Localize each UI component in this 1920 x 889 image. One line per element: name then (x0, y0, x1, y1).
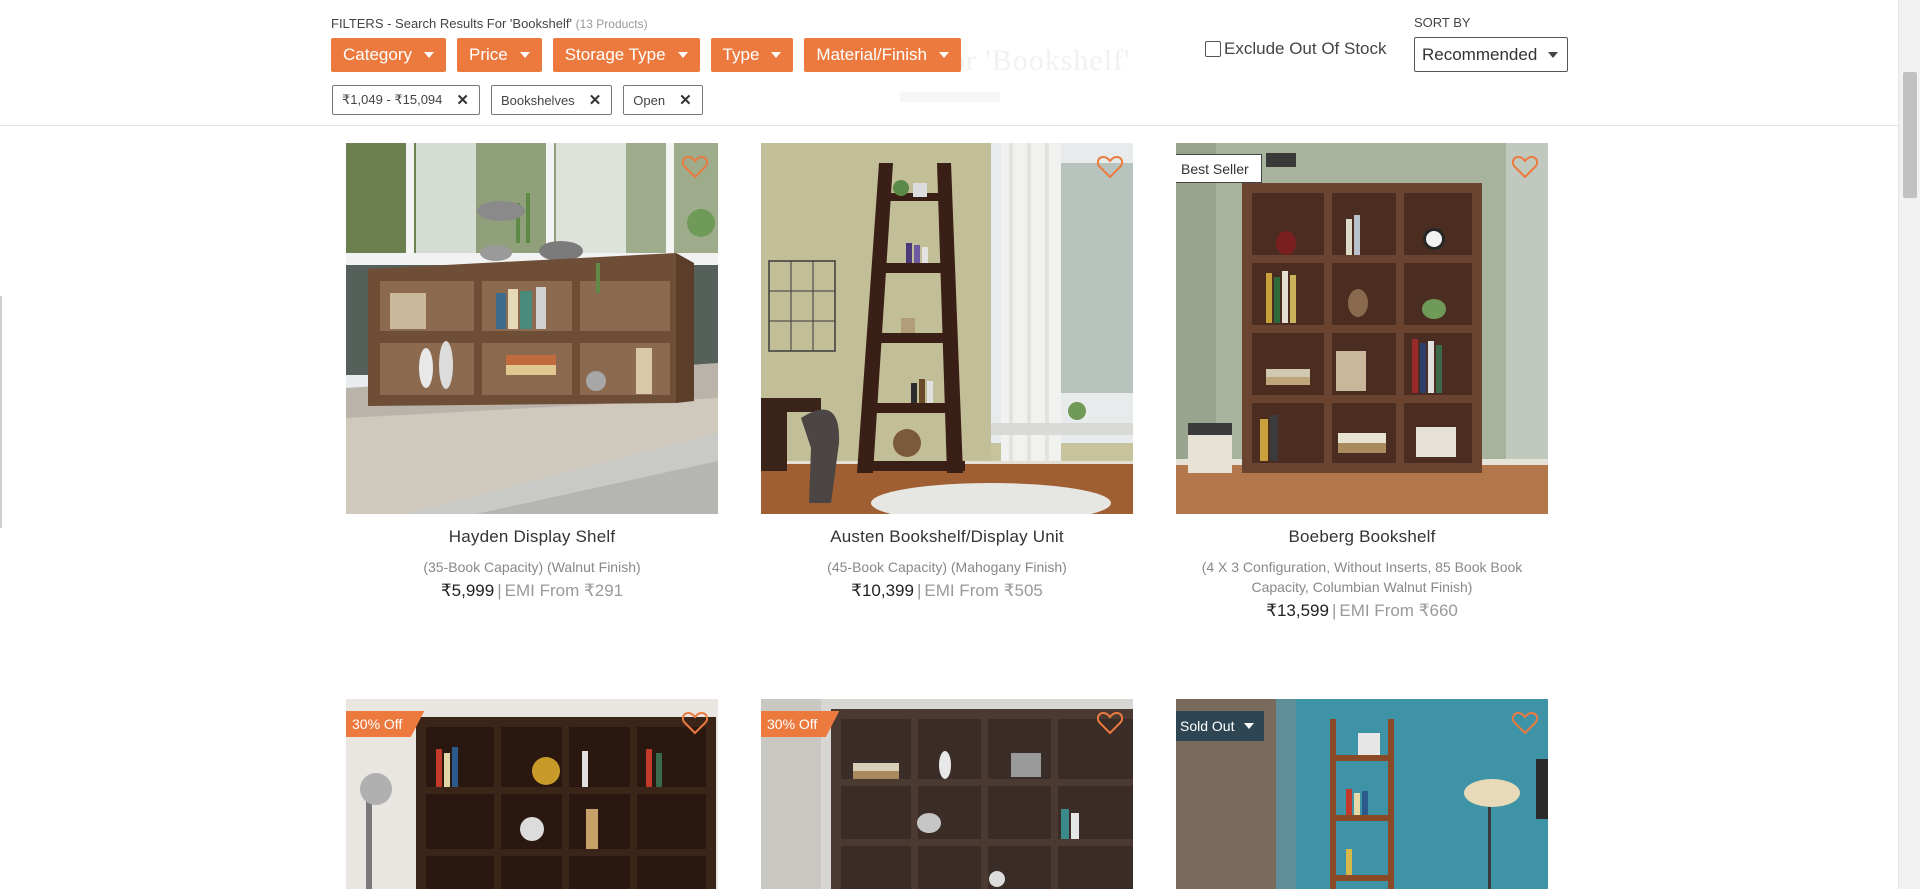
filters-heading-text: FILTERS - Search Results For 'Bookshelf' (331, 16, 572, 31)
filter-chip-price-range[interactable]: ₹1,049 - ₹15,094 ✕ (332, 85, 480, 115)
type-dropdown-label: Type (722, 45, 760, 64)
price-separator: | (1331, 601, 1337, 620)
product-image[interactable]: Sold Out (1176, 699, 1548, 889)
product-count: (13 Products) (575, 17, 648, 31)
caret-down-icon (938, 52, 949, 58)
product-price: ₹10,399 (851, 581, 914, 600)
product-title[interactable]: Hayden Display Shelf (346, 527, 718, 547)
heart-outline-icon[interactable] (1097, 711, 1123, 735)
product-emi: EMI From ₹291 (504, 581, 624, 600)
product-emi: EMI From ₹505 (924, 581, 1043, 600)
discount-badge: 30% Off (346, 711, 425, 737)
heart-outline-icon[interactable] (682, 155, 708, 179)
heart-outline-icon[interactable] (1512, 155, 1538, 179)
category-dropdown[interactable]: Category (331, 38, 446, 72)
product-emi: EMI From ₹660 (1339, 601, 1458, 620)
exclude-out-of-stock-label: Exclude Out Of Stock (1224, 39, 1387, 58)
material-finish-dropdown[interactable]: Material/Finish (804, 38, 961, 72)
product-subtitle: (35-Book Capacity) (Walnut Finish) (423, 559, 641, 575)
product-image[interactable] (346, 143, 718, 514)
page-scrollbar[interactable] (1898, 0, 1920, 889)
storage-type-dropdown-label: Storage Type (564, 45, 666, 64)
price-separator: | (497, 581, 502, 600)
price-separator: | (916, 581, 922, 600)
discount-badge: 30% Off (761, 711, 840, 737)
sort-select-value: Recommended (1422, 44, 1538, 64)
price-dropdown[interactable]: Price (456, 38, 542, 72)
active-filter-chips: ₹1,049 - ₹15,094 ✕ Bookshelves ✕ Open ✕ (332, 85, 703, 115)
product-subtitle: (4 X 3 Configuration, Without Inserts, 8… (1201, 559, 1523, 595)
heart-outline-icon[interactable] (1097, 155, 1123, 179)
filter-dropdowns: Category Price Storage Type Type Materia… (331, 38, 961, 72)
price-dropdown-label: Price (468, 45, 508, 64)
background-subtitle-strip (900, 92, 1000, 102)
storage-type-dropdown[interactable]: Storage Type (552, 38, 700, 72)
product-card[interactable]: Sold Out (1176, 699, 1548, 889)
exclude-out-of-stock-checkbox[interactable]: Exclude Out Of Stock (1205, 39, 1387, 59)
product-subtitle: (45-Book Capacity) (Mahogany Finish) (827, 559, 1067, 575)
product-image[interactable]: 30% Off (346, 699, 718, 889)
product-image[interactable]: 30% Off (761, 699, 1133, 889)
product-price: ₹5,999 (440, 581, 495, 600)
product-price-row: ₹5,999 | EMI From ₹291 (346, 581, 718, 601)
product-card[interactable]: Hayden Display Shelf (35-Book Capacity) … (346, 143, 718, 601)
filters-heading: FILTERS - Search Results For 'Bookshelf'… (331, 16, 648, 31)
product-card[interactable]: 30% Off (761, 699, 1133, 889)
caret-down-icon (1244, 723, 1255, 729)
heart-outline-icon[interactable] (682, 711, 708, 735)
product-image[interactable] (761, 143, 1133, 514)
best-seller-badge: Best Seller (1176, 154, 1262, 183)
caret-down-icon (519, 52, 530, 58)
caret-down-icon (771, 52, 782, 58)
product-price-row: ₹10,399 | EMI From ₹505 (761, 581, 1133, 601)
heart-outline-icon[interactable] (1512, 711, 1538, 735)
type-dropdown[interactable]: Type (710, 38, 794, 72)
filter-chip-label: Bookshelves (500, 92, 575, 108)
filter-chip-label: Open (633, 92, 666, 108)
category-dropdown-label: Category (343, 45, 412, 64)
close-icon[interactable]: ✕ (589, 93, 602, 108)
scrollbar-thumb[interactable] (1903, 72, 1917, 198)
product-price-row: ₹13,599 | EMI From ₹660 (1176, 601, 1548, 621)
product-title[interactable]: Austen Bookshelf/Display Unit (761, 527, 1133, 547)
product-card[interactable]: Best Seller Boeberg Bookshelf (4 X 3 Con… (1176, 143, 1548, 621)
material-finish-dropdown-label: Material/Finish (816, 45, 927, 64)
product-card[interactable]: 30% Off (346, 699, 718, 889)
filter-chip-bookshelves[interactable]: Bookshelves ✕ (490, 85, 613, 115)
filter-chip-open[interactable]: Open ✕ (623, 85, 703, 115)
product-card[interactable]: Austen Bookshelf/Display Unit (45-Book C… (761, 143, 1133, 601)
close-icon[interactable]: ✕ (679, 93, 692, 108)
filter-chip-label: ₹1,049 - ₹15,094 (342, 92, 443, 107)
filter-bar: Results for 'Bookshelf' FILTERS - Search… (0, 0, 1898, 126)
product-title[interactable]: Boeberg Bookshelf (1176, 527, 1548, 547)
sort-by-label: SORT BY (1414, 15, 1471, 30)
caret-down-icon (1548, 51, 1558, 58)
close-icon[interactable]: ✕ (456, 93, 469, 108)
caret-down-icon (677, 52, 688, 58)
sold-out-label: Sold Out (1180, 718, 1235, 734)
product-image[interactable]: Best Seller (1176, 143, 1548, 514)
product-price: ₹13,599 (1266, 601, 1329, 620)
checkbox-box[interactable] (1205, 41, 1221, 57)
sort-select[interactable]: Recommended (1414, 37, 1568, 72)
side-feedback-tab[interactable] (0, 296, 2, 528)
caret-down-icon (423, 52, 434, 58)
sold-out-badge[interactable]: Sold Out (1176, 711, 1265, 741)
